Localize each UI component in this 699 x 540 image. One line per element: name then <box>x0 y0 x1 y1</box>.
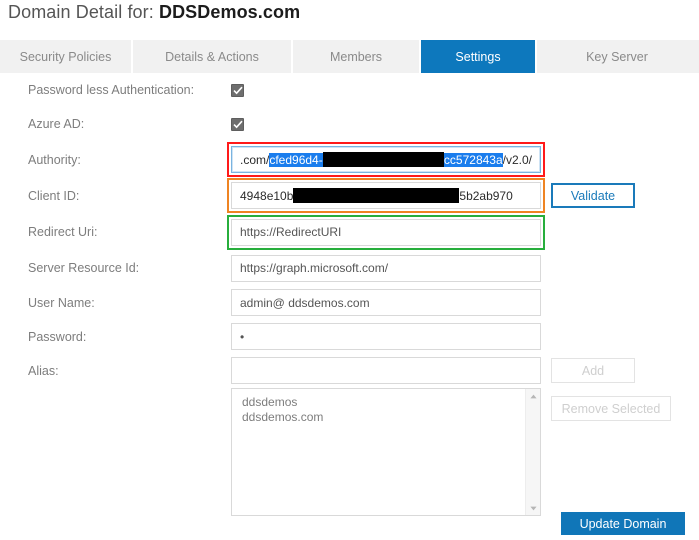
field-wrap-authority: .com/cfed96d4- cc572843a/v2.0/ <box>231 146 541 173</box>
alias-input[interactable] <box>231 357 541 384</box>
client-id-input[interactable]: 4948e10b 5b2ab970 <box>231 182 541 209</box>
domain-detail-page: Domain Detail for: DDSDemos.com Security… <box>0 0 699 540</box>
label-server-resource-id: Server Resource Id: <box>28 261 140 275</box>
label-password-less-auth: Password less Authentication: <box>28 83 195 97</box>
check-icon <box>232 120 243 128</box>
label-azure-ad: Azure AD: <box>28 117 85 131</box>
tab-bar: Security Policies Details & Actions Memb… <box>0 40 699 74</box>
authority-input[interactable]: .com/cfed96d4- cc572843a/v2.0/ <box>231 146 541 173</box>
field-wrap-server-resource-id: https://graph.microsoft.com/ <box>231 254 541 282</box>
check-icon <box>232 86 243 94</box>
label-password: Password: <box>28 329 87 344</box>
scroll-down-icon[interactable] <box>526 501 541 515</box>
checkbox-password-less-auth[interactable] <box>231 83 244 97</box>
list-item[interactable]: ddsdemos.com <box>242 410 540 425</box>
server-resource-id-input[interactable]: https://graph.microsoft.com/ <box>231 254 541 282</box>
row-password: Password: • <box>0 320 699 353</box>
label-redirect-uri: Redirect Uri: <box>28 225 98 239</box>
field-wrap-alias <box>231 357 541 384</box>
row-server-resource-id: Server Resource Id: https://graph.micros… <box>0 251 699 285</box>
listbox-scrollbar[interactable] <box>525 389 540 515</box>
authority-selected-start: cfed96d4- <box>269 152 323 167</box>
tab-details-actions[interactable]: Details & Actions <box>133 40 293 73</box>
redaction-bar-client-id <box>293 188 460 203</box>
remove-selected-button[interactable]: Remove Selected <box>551 396 671 421</box>
authority-text-before: .com/ <box>240 152 270 167</box>
row-alias: Alias: Add <box>0 354 699 387</box>
add-alias-button[interactable]: Add <box>551 358 635 383</box>
row-authority: Authority: .com/cfed96d4- cc572843a/v2.0/ <box>0 142 699 177</box>
row-user-name: User Name: admin@ ddsdemos.com <box>0 286 699 319</box>
alias-list-items: ddsdemos ddsdemos.com <box>232 389 540 425</box>
row-client-id: Client ID: 4948e10b 5b2ab970 Validate <box>0 178 699 213</box>
label-client-id: Client ID: <box>28 188 80 203</box>
redaction-bar-authority <box>322 152 444 167</box>
list-item[interactable]: ddsdemos <box>242 395 540 410</box>
scroll-up-icon[interactable] <box>526 389 541 403</box>
alias-listbox[interactable]: ddsdemos ddsdemos.com <box>231 388 541 516</box>
tab-settings[interactable]: Settings <box>421 40 537 73</box>
authority-text-after: /v2.0/ <box>502 152 532 167</box>
label-user-name: User Name: <box>28 295 95 310</box>
update-domain-button[interactable]: Update Domain <box>561 512 685 535</box>
page-title: Domain Detail for: DDSDemos.com <box>8 2 300 23</box>
field-wrap-password: • <box>231 323 541 350</box>
page-title-prefix: Domain Detail for: <box>8 2 154 22</box>
password-input[interactable]: • <box>231 323 541 350</box>
row-password-less-auth: Password less Authentication: <box>0 74 699 106</box>
row-azure-ad: Azure AD: <box>0 107 699 141</box>
label-authority: Authority: <box>28 152 81 167</box>
user-name-input[interactable]: admin@ ddsdemos.com <box>231 289 541 316</box>
client-id-text-before: 4948e10b <box>240 188 294 203</box>
redirect-uri-input[interactable]: https://RedirectURI <box>231 218 541 246</box>
validate-button[interactable]: Validate <box>551 183 635 208</box>
page-title-domain: DDSDemos.com <box>158 2 301 22</box>
tab-key-server[interactable]: Key Server <box>537 40 697 73</box>
tab-security-policies[interactable]: Security Policies <box>0 40 133 73</box>
field-wrap-redirect-uri: https://RedirectURI <box>231 218 541 246</box>
authority-selected-end: cc572843a <box>443 152 503 167</box>
checkbox-azure-ad[interactable] <box>231 117 244 131</box>
row-redirect-uri: Redirect Uri: https://RedirectURI <box>0 214 699 250</box>
label-alias: Alias: <box>28 363 59 378</box>
row-alias-list: ddsdemos ddsdemos.com Remove Selected <box>0 388 699 520</box>
settings-form: Password less Authentication: Azure AD: … <box>0 74 699 521</box>
tab-members[interactable]: Members <box>293 40 421 73</box>
field-wrap-user-name: admin@ ddsdemos.com <box>231 289 541 316</box>
field-wrap-client-id: 4948e10b 5b2ab970 <box>231 182 541 209</box>
client-id-text-after: 5b2ab970 <box>459 188 513 203</box>
